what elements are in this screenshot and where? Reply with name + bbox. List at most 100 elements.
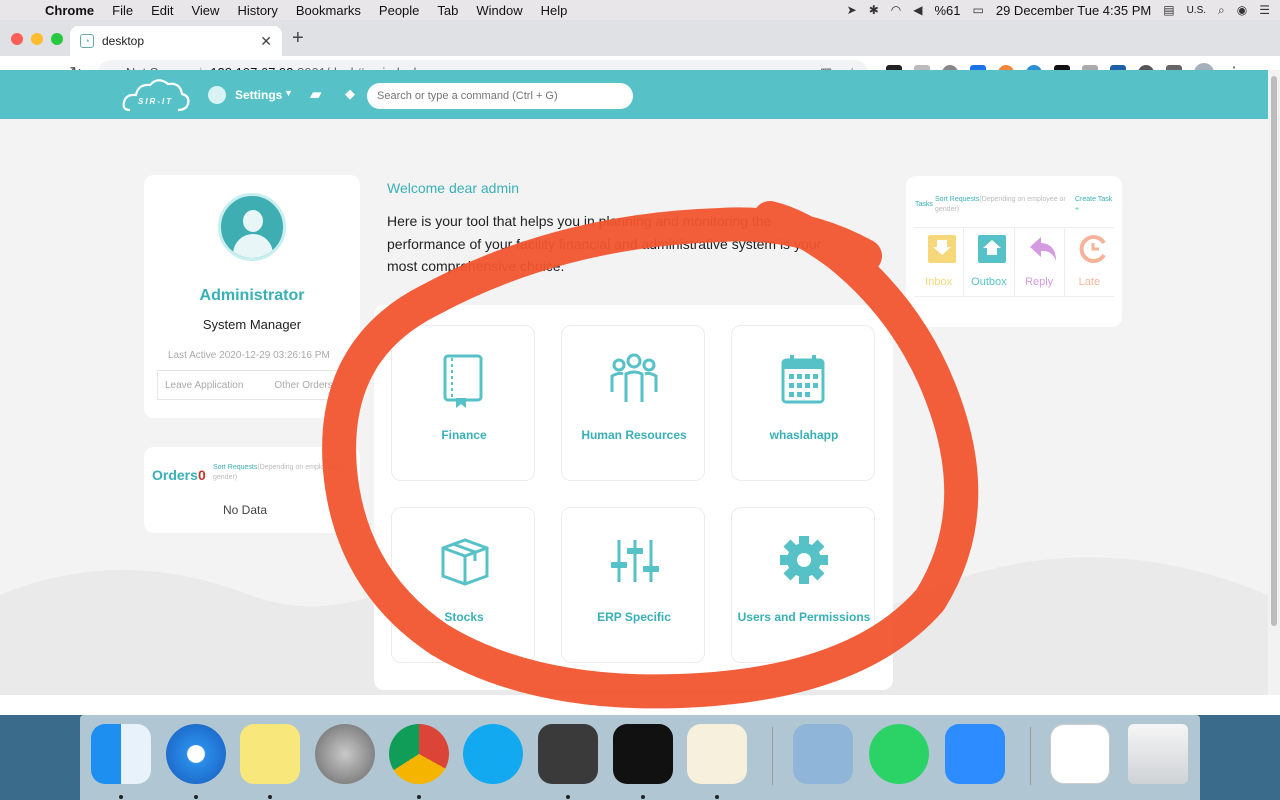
menu-edit[interactable]: Edit bbox=[142, 3, 182, 18]
profile-role: System Manager bbox=[202, 317, 302, 332]
orders-card: Orders 0 Sort Requests(Depending on empl… bbox=[144, 447, 360, 533]
spotlight-search-icon[interactable]: ⌕ bbox=[1218, 3, 1225, 18]
task-inbox[interactable]: Inbox bbox=[914, 228, 965, 296]
bluetooth-icon[interactable]: ✱ bbox=[869, 3, 879, 17]
finder-icon[interactable] bbox=[91, 724, 151, 784]
running-indicator bbox=[119, 795, 123, 799]
modules-panel: Finance Human Resources whaslahapp Stock… bbox=[374, 305, 893, 690]
close-window-button[interactable] bbox=[11, 33, 23, 45]
task-reply[interactable]: Reply bbox=[1015, 228, 1065, 296]
sir-it-logo[interactable] bbox=[122, 76, 190, 114]
caret-down-icon[interactable]: ▼ bbox=[284, 88, 293, 98]
menu-window[interactable]: Window bbox=[467, 3, 531, 18]
create-task-link[interactable]: Create Task + bbox=[1075, 195, 1115, 215]
module-label: ERP Specific bbox=[597, 610, 671, 624]
awesome-bar-search-input[interactable] bbox=[367, 83, 633, 109]
welcome-text: Here is your tool that helps you in plan… bbox=[387, 213, 822, 274]
scrollbar-thumb[interactable] bbox=[1271, 76, 1277, 626]
menu-file[interactable]: File bbox=[103, 3, 142, 18]
task-late[interactable]: Late bbox=[1065, 228, 1114, 296]
zoom-icon[interactable] bbox=[945, 724, 1005, 784]
tasks-sort-label[interactable]: Sort Requests bbox=[935, 196, 979, 203]
menu-history[interactable]: History bbox=[228, 3, 286, 18]
macos-dock bbox=[80, 715, 1200, 800]
input-source[interactable]: U.S. bbox=[1187, 5, 1206, 16]
module-human-resources[interactable]: Human Resources bbox=[561, 325, 705, 481]
tasks-label: Tasks bbox=[915, 201, 933, 208]
preview-icon[interactable] bbox=[793, 724, 853, 784]
whatsapp-icon[interactable] bbox=[869, 724, 929, 784]
tasks-sort[interactable]: Sort Requests(Depending on employee or g… bbox=[935, 195, 1073, 215]
new-tab-button[interactable]: + bbox=[292, 27, 304, 50]
notification-center-icon[interactable]: ☰ bbox=[1259, 3, 1270, 17]
sublime-text-icon[interactable] bbox=[538, 724, 598, 784]
zoom-window-button[interactable] bbox=[51, 33, 63, 45]
user-avatar[interactable] bbox=[208, 86, 226, 104]
menu-app-name[interactable]: Chrome bbox=[36, 3, 103, 18]
logo-text: SIR-IT bbox=[138, 97, 174, 106]
orders-title: Orders bbox=[152, 467, 198, 483]
module-whaslahapp[interactable]: whaslahapp bbox=[731, 325, 875, 481]
module-users-and-permissions[interactable]: Users and Permissions bbox=[731, 507, 875, 663]
clock-icon bbox=[1079, 235, 1106, 263]
app-navbar: SIR-IT Settings ▼ ▰ ◆ bbox=[0, 70, 1268, 119]
profile-name: Administrator bbox=[199, 287, 305, 304]
macos-menubar: Chrome File Edit View History Bookmarks … bbox=[0, 0, 1280, 20]
orders-empty-state: No Data bbox=[222, 503, 268, 517]
box-icon bbox=[441, 538, 489, 586]
menu-view[interactable]: View bbox=[182, 3, 228, 18]
chrome-window-thumbnail-icon[interactable] bbox=[1050, 724, 1110, 784]
other-orders-link[interactable]: Other Orders bbox=[267, 380, 332, 391]
module-stocks[interactable]: Stocks bbox=[391, 507, 535, 663]
tab-close-icon[interactable]: ✕ bbox=[260, 33, 272, 50]
task-outbox[interactable]: Outbox bbox=[964, 228, 1015, 296]
task-boxes: Inbox Outbox Reply Late bbox=[914, 227, 1114, 297]
running-indicator bbox=[268, 795, 272, 799]
stickies-icon[interactable] bbox=[240, 724, 300, 784]
safari-icon[interactable] bbox=[166, 724, 226, 784]
page-scrollbar[interactable] bbox=[1268, 70, 1280, 695]
chrome-icon[interactable] bbox=[389, 724, 449, 784]
task-late-label: Late bbox=[1078, 276, 1101, 288]
settings-menu[interactable]: Settings bbox=[235, 88, 282, 102]
browser-tab[interactable]: ◔ desktop ✕ bbox=[70, 26, 282, 56]
chat-icon[interactable]: ▰ bbox=[310, 85, 322, 103]
profile-avatar-icon bbox=[218, 193, 286, 261]
inbox-icon bbox=[928, 235, 956, 263]
volume-icon[interactable]: ◀ bbox=[913, 3, 922, 17]
module-label: whaslahapp bbox=[769, 428, 839, 442]
leave-application-link[interactable]: Leave Application bbox=[158, 380, 243, 391]
location-icon[interactable]: ➤ bbox=[847, 3, 857, 17]
battery-icon[interactable]: ▭ bbox=[973, 3, 984, 17]
menu-bookmarks[interactable]: Bookmarks bbox=[287, 3, 370, 18]
orders-sort[interactable]: Sort Requests(Depending on employee or g… bbox=[213, 463, 353, 483]
skype-icon[interactable] bbox=[463, 724, 523, 784]
orders-sort-label[interactable]: Sort Requests bbox=[213, 464, 257, 471]
last-active: Last Active 2020-12-29 03:26:16 PM bbox=[168, 350, 330, 361]
siri-icon[interactable]: ◉ bbox=[1237, 3, 1247, 17]
dock-separator bbox=[1030, 727, 1031, 785]
tab-strip: ◔ desktop ✕ + bbox=[0, 20, 1280, 56]
module-erp-specific[interactable]: ERP Specific bbox=[561, 507, 705, 663]
launchpad-icon[interactable] bbox=[315, 724, 375, 784]
menu-people[interactable]: People bbox=[370, 3, 428, 18]
module-finance[interactable]: Finance bbox=[391, 325, 535, 481]
calendar-icon bbox=[781, 355, 825, 404]
wifi-icon[interactable]: ◠ bbox=[891, 3, 901, 17]
battery-percent[interactable]: %61 bbox=[934, 3, 960, 18]
running-indicator bbox=[194, 795, 198, 799]
app-page: SIR-IT Settings ▼ ▰ ◆ Administrator Syst… bbox=[0, 70, 1268, 695]
module-label: Finance bbox=[441, 428, 487, 442]
minimize-window-button[interactable] bbox=[31, 33, 43, 45]
bell-icon[interactable]: ◆ bbox=[345, 86, 355, 102]
running-indicator bbox=[715, 795, 719, 799]
trash-icon[interactable] bbox=[1128, 724, 1188, 784]
terminal-icon[interactable] bbox=[613, 724, 673, 784]
datetime[interactable]: 29 December Tue 4:35 PM bbox=[996, 3, 1151, 18]
tab-favicon-icon: ◔ bbox=[80, 34, 94, 48]
menu-tab[interactable]: Tab bbox=[428, 3, 467, 18]
module-label: Users and Permissions bbox=[737, 610, 871, 624]
flag-icon[interactable]: ▤ bbox=[1163, 3, 1174, 17]
menu-help[interactable]: Help bbox=[532, 3, 577, 18]
textedit-icon[interactable] bbox=[687, 724, 747, 784]
